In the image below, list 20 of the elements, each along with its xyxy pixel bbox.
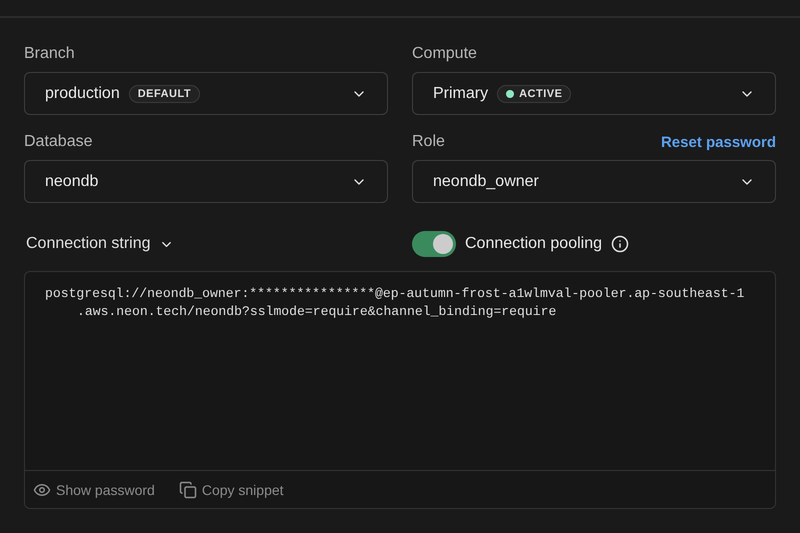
show-password-button[interactable]: Show password [33, 480, 155, 498]
field-label: Compute [412, 45, 477, 63]
copy-icon [178, 480, 197, 498]
select-dropdown[interactable]: neondb_owner [412, 160, 776, 203]
format-dropdown[interactable]: Connection string [24, 235, 176, 253]
badge-text: ACTIVE [519, 88, 562, 100]
select-dropdown[interactable]: Primary ACTIVE [412, 72, 776, 115]
field-label: Branch [24, 45, 75, 63]
pooling-label: Connection pooling [465, 235, 602, 253]
select-dropdown[interactable]: production DEFAULT [24, 72, 388, 115]
select-dropdown[interactable]: neondb [24, 160, 388, 203]
field-label: Database [24, 133, 92, 151]
pooling-toggle[interactable] [412, 231, 456, 257]
field-label: Role [412, 133, 445, 151]
badge-text: DEFAULT [138, 88, 192, 100]
copy-snippet-button[interactable]: Copy snippet [178, 480, 284, 498]
reset-password-link[interactable]: Reset password [660, 134, 776, 150]
info-icon[interactable] [611, 235, 629, 253]
code-line: postgresql://neondb_owner:****************@ep-autumn-frost-a1wlmval-pooler.ap-southeast-1 [45, 286, 744, 301]
code-line: .aws.neon.tech/neondb?sslmode=require&channel_binding=require [76, 304, 556, 319]
